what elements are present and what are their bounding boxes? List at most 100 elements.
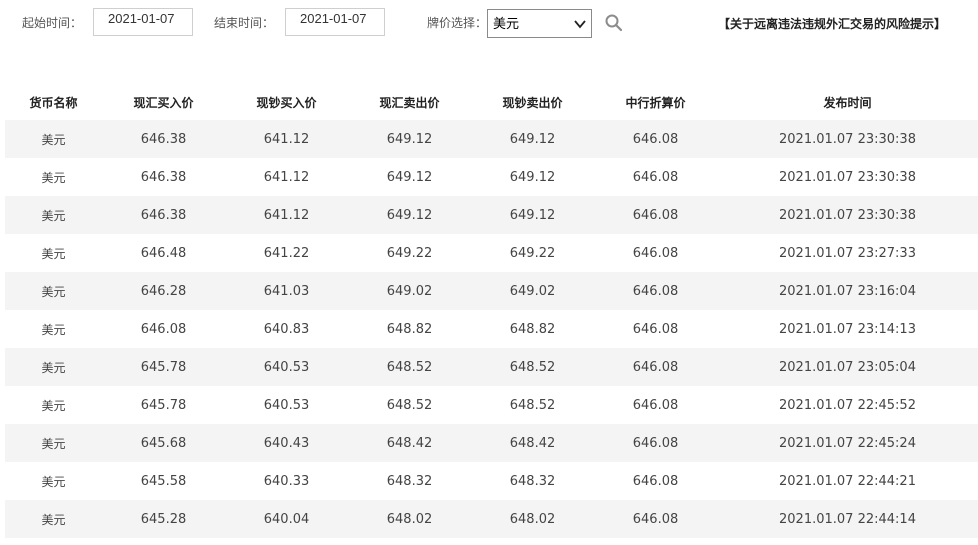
spot-sell-cell: 648.82 [348,310,471,348]
currency-cell: 美元 [5,462,102,500]
cash-sell-cell: 649.12 [471,158,594,196]
cash-sell-cell: 648.32 [471,462,594,500]
currency-cell: 美元 [5,348,102,386]
spot-sell-cell: 648.32 [348,462,471,500]
col-header-cash-sell: 现钞卖出价 [502,95,563,110]
publish-time-cell: 2021.01.07 22:44:21 [717,462,978,500]
spot-buy-cell: 646.28 [102,272,225,310]
end-date-input[interactable]: 2021-01-07 [285,8,385,36]
col-header-spot-sell: 现汇卖出价 [379,95,440,110]
table-row: 美元 645.78 640.53 648.52 648.52 646.08 2021.01.… [5,348,978,386]
publish-time-cell: 2021.01.07 23:05:04 [717,348,978,386]
cash-sell-cell: 648.52 [471,386,594,424]
publish-time-cell: 2021.01.07 23:16:04 [717,272,978,310]
publish-time-cell: 2021.01.07 23:30:38 [717,158,978,196]
currency-cell: 美元 [5,500,102,538]
cash-sell-cell: 649.02 [471,272,594,310]
cash-buy-cell: 641.12 [225,158,348,196]
start-date-input[interactable]: 2021-01-07 [93,8,193,36]
risk-warning-link[interactable]: 【关于远离违法违规外汇交易的风险提示】 [718,16,946,32]
table-row: 美元 646.08 640.83 648.82 648.82 646.08 2021.01.… [5,310,978,348]
cash-buy-cell: 640.43 [225,424,348,462]
search-icon[interactable] [604,13,624,33]
filter-bar: 起始时间： 2021-01-07 结束时间： 2021-01-07 牌价选择： … [0,0,978,50]
col-header-spot-buy: 现汇买入价 [133,95,194,110]
spot-sell-cell: 648.42 [348,424,471,462]
boc-rate-cell: 646.08 [594,310,717,348]
currency-select-value: 美元 [493,17,520,32]
cash-buy-cell: 641.12 [225,196,348,234]
spot-sell-cell: 649.22 [348,234,471,272]
start-time-label: 起始时间： [22,16,83,30]
currency-cell: 美元 [5,234,102,272]
cash-buy-cell: 640.04 [225,500,348,538]
cash-sell-cell: 648.42 [471,424,594,462]
col-header-publish-time: 发布时间 [823,95,872,110]
currency-cell: 美元 [5,386,102,424]
col-header-boc-rate: 中行折算价 [625,95,686,110]
cash-buy-cell: 640.83 [225,310,348,348]
publish-time-cell: 2021.01.07 23:27:33 [717,234,978,272]
publish-time-cell: 2021.01.07 23:30:38 [717,196,978,234]
boc-rate-cell: 646.08 [594,424,717,462]
cash-sell-cell: 649.12 [471,120,594,158]
spot-buy-cell: 646.48 [102,234,225,272]
spot-sell-cell: 649.12 [348,196,471,234]
cash-buy-cell: 640.33 [225,462,348,500]
spot-sell-cell: 648.52 [348,386,471,424]
boc-rate-cell: 646.08 [594,386,717,424]
publish-time-cell: 2021.01.07 23:30:38 [717,120,978,158]
table-row: 美元 645.78 640.53 648.52 648.52 646.08 2021.01.… [5,386,978,424]
cash-buy-cell: 641.12 [225,120,348,158]
spot-sell-cell: 649.12 [348,120,471,158]
table-row: 美元 646.38 641.12 649.12 649.12 646.08 2021.01.… [5,196,978,234]
spot-buy-cell: 645.78 [102,348,225,386]
spot-buy-cell: 646.38 [102,158,225,196]
publish-time-cell: 2021.01.07 22:44:14 [717,500,978,538]
table-body: 美元 646.38 641.12 649.12 649.12 646.08 2021.01.… [5,120,978,538]
spot-buy-cell: 645.68 [102,424,225,462]
publish-time-cell: 2021.01.07 22:45:24 [717,424,978,462]
col-header-cash-buy: 现钞买入价 [256,95,317,110]
table-header-row: 货币名称 现汇买入价 现钞买入价 现汇卖出价 现钞卖出价 中行折算价 发布时间 [5,84,978,120]
boc-rate-cell: 646.08 [594,272,717,310]
currency-cell: 美元 [5,310,102,348]
table-row: 美元 645.58 640.33 648.32 648.32 646.08 2021.01.… [5,462,978,500]
cash-sell-cell: 648.02 [471,500,594,538]
currency-cell: 美元 [5,424,102,462]
cash-sell-cell: 649.12 [471,196,594,234]
cash-buy-cell: 640.53 [225,386,348,424]
publish-time-cell: 2021.01.07 22:45:52 [717,386,978,424]
boc-rate-cell: 646.08 [594,500,717,538]
cash-sell-cell: 648.52 [471,348,594,386]
col-header-currency: 货币名称 [29,95,78,110]
spot-buy-cell: 646.08 [102,310,225,348]
currency-cell: 美元 [5,196,102,234]
end-time-label: 结束时间： [214,16,275,30]
currency-cell: 美元 [5,272,102,310]
spot-sell-cell: 649.02 [348,272,471,310]
table-row: 美元 646.48 641.22 649.22 649.22 646.08 2021.01.… [5,234,978,272]
currency-cell: 美元 [5,120,102,158]
cash-buy-cell: 640.53 [225,348,348,386]
currency-cell: 美元 [5,158,102,196]
table-row: 美元 646.38 641.12 649.12 649.12 646.08 2021.01.… [5,120,978,158]
spot-buy-cell: 645.78 [102,386,225,424]
chevron-down-icon [574,20,586,29]
cash-sell-cell: 649.22 [471,234,594,272]
table-row: 美元 645.68 640.43 648.42 648.42 646.08 2021.01.… [5,424,978,462]
spot-sell-cell: 648.52 [348,348,471,386]
cash-buy-cell: 641.22 [225,234,348,272]
boc-rate-cell: 646.08 [594,120,717,158]
boc-rate-cell: 646.08 [594,196,717,234]
currency-select[interactable]: 美元 [487,9,592,38]
spot-buy-cell: 645.28 [102,500,225,538]
spot-buy-cell: 646.38 [102,120,225,158]
table-row: 美元 645.28 640.04 648.02 648.02 646.08 2021.01.… [5,500,978,538]
publish-time-cell: 2021.01.07 23:14:13 [717,310,978,348]
spot-buy-cell: 645.58 [102,462,225,500]
cash-sell-cell: 648.82 [471,310,594,348]
spot-sell-cell: 648.02 [348,500,471,538]
spot-buy-cell: 646.38 [102,196,225,234]
boc-rate-cell: 646.08 [594,158,717,196]
